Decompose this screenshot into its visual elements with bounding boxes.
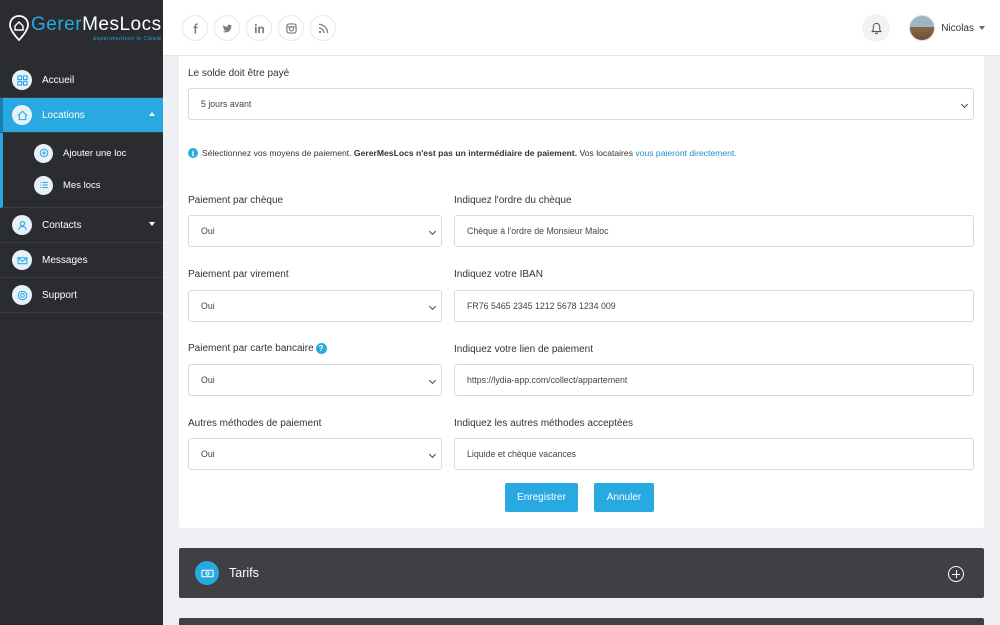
sidebar-item-locations[interactable]: Locations bbox=[0, 98, 163, 133]
twitter-icon[interactable] bbox=[214, 15, 240, 41]
brand-tagline: Expérimentons le Côtelé bbox=[93, 35, 162, 42]
chevron-down-icon bbox=[428, 302, 437, 311]
rss-icon[interactable] bbox=[310, 15, 336, 41]
cancel-button[interactable]: Annuler bbox=[594, 483, 654, 512]
carte-select[interactable]: Oui bbox=[188, 364, 442, 396]
chevron-up-icon bbox=[149, 112, 155, 116]
chevron-down-icon bbox=[979, 26, 985, 30]
next-section-header[interactable] bbox=[179, 618, 984, 625]
chevron-down-icon bbox=[149, 222, 155, 226]
chevron-down-icon bbox=[428, 450, 437, 459]
cheque-order-value: Chèque à l'ordre de Monsieur Maloc bbox=[467, 226, 609, 236]
autres-select[interactable]: Oui bbox=[188, 438, 442, 470]
info-text: Sélectionnez vos moyens de paiement. bbox=[202, 148, 352, 158]
facebook-icon[interactable] bbox=[182, 15, 208, 41]
solde-label: Le solde doit être payé bbox=[188, 68, 290, 79]
tarifs-section-header[interactable]: Tarifs bbox=[179, 548, 984, 598]
info-text-bold: GererMesLocs n'est pas un intermédiaire … bbox=[353, 148, 578, 158]
mail-icon bbox=[12, 250, 32, 270]
list-icon bbox=[34, 175, 53, 195]
info-text-2: Vos locataires bbox=[579, 148, 633, 158]
sidebar: GererMesLocs Expérimentons le Côtelé Acc… bbox=[0, 0, 163, 625]
cheque-label: Paiement par chèque bbox=[188, 195, 284, 206]
sidebar-nav: Accueil Locations Ajouter une loc Mes lo… bbox=[0, 63, 163, 313]
tarifs-title: Tarifs bbox=[229, 566, 259, 580]
home-icon bbox=[12, 105, 32, 125]
payment-link-value: https://lydia-app.com/collect/appartemen… bbox=[467, 375, 628, 385]
sidebar-item-contacts[interactable]: Contacts bbox=[0, 208, 163, 243]
sidebar-subitem-mes-locs[interactable]: Mes locs bbox=[3, 169, 163, 201]
lifebuoy-icon bbox=[12, 285, 32, 305]
carte-label: Paiement par carte bancaire? bbox=[188, 343, 327, 354]
payment-link-label: Indiquez votre lien de paiement bbox=[454, 344, 593, 355]
save-button[interactable]: Enregistrer bbox=[505, 483, 578, 512]
user-menu[interactable]: Nicolas bbox=[909, 15, 985, 41]
chevron-down-icon bbox=[960, 100, 969, 109]
iban-value: FR76 5465 2345 1212 5678 1234 009 bbox=[467, 301, 616, 311]
chevron-down-icon bbox=[428, 227, 437, 236]
autres-select-value: Oui bbox=[201, 449, 215, 459]
virement-label: Paiement par virement bbox=[188, 269, 289, 280]
carte-select-value: Oui bbox=[201, 375, 215, 385]
sidebar-item-label: Messages bbox=[42, 254, 88, 266]
cheque-select[interactable]: Oui bbox=[188, 215, 442, 247]
linkedin-icon[interactable] bbox=[246, 15, 272, 41]
plus-circle-icon bbox=[34, 143, 53, 163]
other-methods-label: Indiquez les autres méthodes acceptées bbox=[454, 418, 633, 429]
sidebar-subitem-label: Mes locs bbox=[63, 179, 101, 191]
sidebar-item-accueil[interactable]: Accueil bbox=[0, 63, 163, 98]
info-icon: i bbox=[188, 148, 198, 158]
notifications-bell-icon[interactable] bbox=[862, 14, 890, 42]
brand-name: GererMesLocs bbox=[31, 13, 162, 35]
virement-select[interactable]: Oui bbox=[188, 290, 442, 322]
user-name: Nicolas bbox=[941, 22, 974, 34]
payment-settings-card: Le solde doit être payé 5 jours avant i … bbox=[179, 56, 984, 528]
sidebar-item-label: Locations bbox=[42, 109, 85, 121]
cheque-order-label: Indiquez l'ordre du chèque bbox=[454, 195, 572, 206]
map-pin-logo-icon bbox=[9, 15, 29, 41]
iban-input[interactable]: FR76 5465 2345 1212 5678 1234 009 bbox=[454, 290, 974, 322]
iban-label: Indiquez votre IBAN bbox=[454, 269, 543, 280]
sidebar-item-label: Contacts bbox=[42, 219, 82, 231]
chevron-down-icon bbox=[428, 376, 437, 385]
info-link[interactable]: vous paieront directement. bbox=[635, 148, 736, 158]
cheque-select-value: Oui bbox=[201, 226, 215, 236]
sidebar-item-support[interactable]: Support bbox=[0, 278, 163, 313]
sidebar-item-label: Accueil bbox=[42, 74, 75, 86]
carte-label-text: Paiement par carte bancaire bbox=[188, 343, 314, 355]
sidebar-subitem-ajouter-une-loc[interactable]: Ajouter une loc bbox=[3, 137, 163, 169]
top-header: Nicolas bbox=[163, 0, 1000, 56]
user-icon bbox=[12, 215, 32, 235]
payment-info-notice: i Sélectionnez vos moyens de paiement. G… bbox=[188, 148, 737, 158]
payment-link-input[interactable]: https://lydia-app.com/collect/appartemen… bbox=[454, 364, 974, 396]
social-links bbox=[182, 15, 336, 41]
solde-select[interactable]: 5 jours avant bbox=[188, 88, 974, 120]
cheque-order-input[interactable]: Chèque à l'ordre de Monsieur Maloc bbox=[454, 215, 974, 247]
avatar bbox=[909, 15, 936, 41]
banknote-icon bbox=[195, 561, 219, 585]
sidebar-item-label: Support bbox=[42, 289, 78, 301]
sidebar-item-messages[interactable]: Messages bbox=[0, 243, 163, 278]
brand-logo[interactable]: GererMesLocs Expérimentons le Côtelé bbox=[0, 0, 163, 56]
solde-select-value: 5 jours avant bbox=[201, 99, 252, 109]
other-methods-input[interactable]: Liquide et chèque vacances bbox=[454, 438, 974, 470]
locations-submenu: Ajouter une loc Mes locs bbox=[0, 133, 163, 208]
other-methods-value: Liquide et chèque vacances bbox=[467, 449, 577, 459]
grid-icon bbox=[12, 70, 32, 90]
expand-plus-icon[interactable] bbox=[948, 566, 964, 582]
virement-select-value: Oui bbox=[201, 301, 215, 311]
instagram-icon[interactable] bbox=[278, 15, 304, 41]
autres-label: Autres méthodes de paiement bbox=[188, 418, 322, 429]
sidebar-subitem-label: Ajouter une loc bbox=[63, 147, 127, 159]
help-icon[interactable]: ? bbox=[315, 343, 327, 354]
